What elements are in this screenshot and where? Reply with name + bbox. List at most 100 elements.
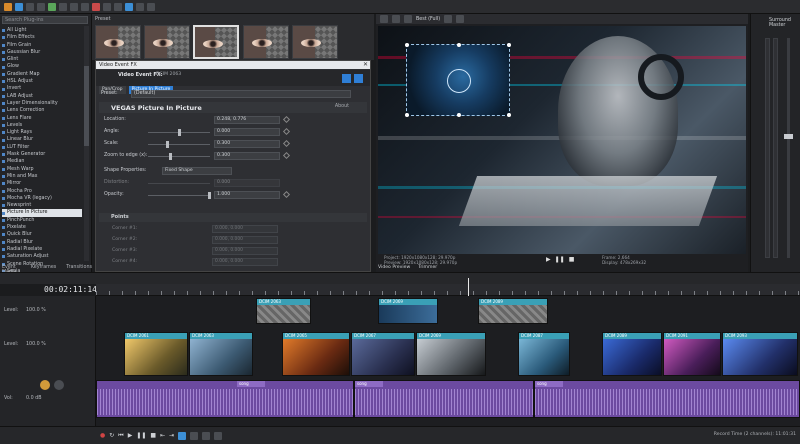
param-slider[interactable]	[148, 183, 210, 184]
pip-handle[interactable]	[457, 43, 461, 47]
lock-envelopes-icon[interactable]	[136, 2, 144, 11]
keyframe-icon[interactable]	[282, 190, 291, 199]
video-clip[interactable]: DCIM 2093	[722, 332, 798, 376]
preset-thumbnail[interactable]	[243, 25, 289, 59]
fx-list-item[interactable]: Gaussian Blur	[2, 49, 82, 56]
mute-icon[interactable]	[40, 380, 50, 390]
tab-event-media[interactable]: Event Media	[2, 265, 21, 275]
ignore-grouping-icon[interactable]	[147, 2, 155, 11]
video-clip[interactable]: DCIM 2089	[478, 298, 548, 324]
pause-icon[interactable]: ❚❚	[136, 432, 146, 439]
picture-in-picture-overlay[interactable]	[405, 43, 511, 117]
video-clip[interactable]: DCIM 2087	[518, 332, 570, 376]
param-value[interactable]: 0.248, 0.776	[214, 116, 280, 124]
slider-handle[interactable]	[178, 129, 181, 136]
fx-list-item[interactable]: Levels	[2, 122, 82, 129]
fx-list-item[interactable]: Median	[2, 158, 82, 165]
fx-search-input[interactable]: Search Plug-ins	[2, 16, 88, 24]
audio-clip[interactable]: song	[534, 380, 800, 418]
fx-window-titlebar[interactable]: Video Event FX	[96, 61, 370, 69]
fx-list-item[interactable]: Invert	[2, 85, 82, 92]
video-clip[interactable]: DCIM 2091	[663, 332, 721, 376]
param-value[interactable]: 1.000	[214, 191, 280, 199]
video-clip[interactable]: DCIM 2063	[256, 298, 311, 324]
param-slider[interactable]	[148, 144, 210, 145]
fx-list-item[interactable]: Mesh Warp	[2, 166, 82, 173]
go-to-start-icon[interactable]: ⇤	[160, 432, 165, 439]
video-clip[interactable]: DCIM 2067	[351, 332, 415, 376]
envelope-tool-icon[interactable]	[190, 431, 199, 440]
param-value[interactable]: 0.000	[214, 128, 280, 136]
stop-icon[interactable]: ■	[150, 432, 156, 439]
keyframe-icon[interactable]	[282, 115, 291, 124]
param-value[interactable]: 0.300	[214, 140, 280, 148]
keyframe-icon[interactable]	[282, 127, 291, 136]
preset-dropdown[interactable]: (Default)	[131, 90, 351, 98]
master-fader-handle[interactable]	[784, 134, 793, 139]
track-vol-value[interactable]: 0.0 dB	[26, 396, 42, 401]
play-icon[interactable]: ▶	[546, 256, 551, 263]
cut-icon[interactable]	[59, 2, 67, 11]
new-project-icon[interactable]	[4, 2, 12, 11]
fx-list-item[interactable]: Mocha Pro	[2, 188, 82, 195]
audio-clip[interactable]: song	[96, 380, 354, 418]
fx-list-item[interactable]: Glint	[2, 56, 82, 63]
save-icon[interactable]	[26, 2, 34, 11]
fx-list-item[interactable]: Radial Pixelate	[2, 246, 82, 253]
delete-icon[interactable]	[92, 2, 100, 11]
record-icon[interactable]: ●	[100, 432, 105, 439]
play-icon[interactable]: ▶	[128, 432, 133, 439]
fx-list-item[interactable]: Radial Blur	[2, 239, 82, 246]
fx-list-item[interactable]: LUT Filter	[2, 144, 82, 151]
save-snapshot-icon[interactable]	[456, 15, 465, 23]
slider-handle[interactable]	[208, 192, 211, 199]
fx-list-item[interactable]: Min and Max	[2, 173, 82, 180]
fx-list-item[interactable]: Picture In Picture	[2, 209, 82, 217]
fx-list-item[interactable]: HSL Adjust	[2, 78, 82, 85]
slider-handle[interactable]	[169, 153, 172, 160]
points-section-header[interactable]: Points	[99, 213, 367, 222]
preview-video-frame[interactable]	[378, 26, 746, 254]
fx-list-item[interactable]: Film Grain	[2, 42, 82, 49]
param-slider[interactable]	[148, 156, 210, 157]
snap-icon[interactable]	[125, 2, 133, 11]
fx-list-item[interactable]: All Light	[2, 27, 82, 34]
open-icon[interactable]	[15, 2, 23, 11]
preset-thumbnail[interactable]	[292, 25, 338, 59]
point-value[interactable]: 0.000, 0.000	[212, 247, 278, 255]
pip-handle[interactable]	[507, 43, 511, 47]
point-value[interactable]: 0.000, 0.000	[212, 225, 278, 233]
fx-list-item[interactable]: PinchPunch	[2, 217, 82, 224]
keyframe-icon[interactable]	[282, 139, 291, 148]
shape-dropdown[interactable]: Fixed Shape	[162, 167, 232, 175]
track-level-value[interactable]: 100.0 %	[26, 342, 46, 347]
pip-handle[interactable]	[507, 113, 511, 117]
timeline-ruler[interactable]	[96, 278, 800, 428]
split-screen-icon[interactable]	[392, 15, 400, 23]
preset-thumbnail-selected[interactable]	[193, 25, 239, 59]
fx-list-item[interactable]: Mocha VR (legacy)	[2, 195, 82, 202]
preset-thumbnail[interactable]	[144, 25, 190, 59]
video-clip[interactable]: DCIM 2069	[416, 332, 486, 376]
edit-tool-icon[interactable]	[178, 431, 187, 440]
fx-list-item[interactable]: Mirror	[2, 180, 82, 187]
preset-thumbnail[interactable]	[95, 25, 141, 59]
preview-settings-icon[interactable]	[380, 15, 388, 23]
fx-list-item[interactable]: Layer Dimensionality	[2, 100, 82, 107]
render-icon[interactable]	[37, 2, 45, 11]
video-clip[interactable]: DCIM 2089	[602, 332, 662, 376]
fx-list-scrollbar[interactable]	[84, 26, 89, 261]
audio-clip[interactable]: song	[354, 380, 534, 418]
stop-icon[interactable]: ■	[569, 256, 575, 263]
pip-center-icon[interactable]	[447, 69, 471, 93]
point-value[interactable]: 0.000, 0.000	[212, 236, 278, 244]
track-level-value[interactable]: 100.0 %	[26, 308, 46, 313]
fx-list-item[interactable]: Mask Generator	[2, 151, 82, 158]
plugin-chain-icon[interactable]	[342, 74, 351, 83]
tab-trimmer[interactable]: Trimmer	[418, 265, 437, 270]
about-link[interactable]: About	[335, 104, 349, 109]
solo-icon[interactable]	[54, 380, 64, 390]
remove-plugin-icon[interactable]	[354, 74, 363, 83]
redo-icon[interactable]	[114, 2, 122, 11]
tab-keyframes[interactable]: Keyframes	[31, 265, 56, 272]
